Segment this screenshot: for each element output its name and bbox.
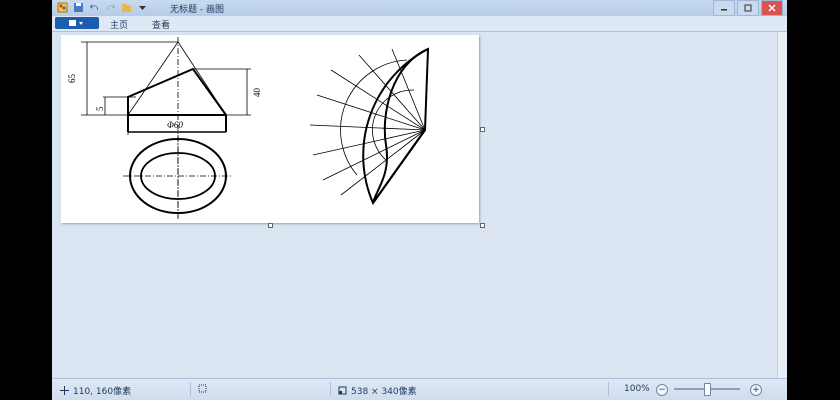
status-separator bbox=[608, 382, 609, 396]
zoom-slider-thumb[interactable] bbox=[704, 383, 711, 396]
undo-icon[interactable] bbox=[88, 1, 101, 14]
canvas-area: 65 5 40 Φ60 bbox=[52, 32, 778, 378]
dimension-65: 65 bbox=[67, 74, 77, 84]
vertical-scrollbar[interactable] bbox=[777, 32, 787, 378]
cursor-position: 110, 160像素 bbox=[60, 384, 131, 397]
paint-window: 无标题 - 画图 主页 查看 65 5 40 Φ60 110, 160像素 53… bbox=[52, 0, 787, 400]
dimension-diameter: Φ60 bbox=[167, 120, 183, 130]
customize-toolbar-icon[interactable] bbox=[136, 1, 149, 14]
dimension-40: 40 bbox=[252, 88, 262, 98]
canvas-size: 538 × 340像素 bbox=[338, 384, 417, 397]
title-bar: 无标题 - 画图 bbox=[52, 0, 787, 17]
paint-app-icon[interactable] bbox=[56, 1, 69, 14]
cone-drawing: 65 5 40 Φ60 bbox=[67, 37, 430, 220]
dimension-5: 5 bbox=[95, 106, 105, 111]
status-separator bbox=[330, 382, 331, 396]
canvas-resize-handle-right[interactable] bbox=[480, 127, 485, 132]
status-separator bbox=[190, 382, 191, 396]
window-controls bbox=[713, 0, 783, 16]
tab-view[interactable]: 查看 bbox=[152, 18, 170, 31]
status-bar: 110, 160像素 538 × 340像素 100% − + bbox=[52, 378, 787, 400]
selection-icon bbox=[198, 384, 207, 393]
zoom-out-button[interactable]: − bbox=[656, 384, 668, 396]
cursor-position-text: 110, 160像素 bbox=[73, 387, 132, 397]
paint-menu-button[interactable] bbox=[55, 17, 99, 29]
crosshair-icon bbox=[60, 386, 69, 395]
redo-icon[interactable] bbox=[104, 1, 117, 14]
canvas-resize-handle-bottom[interactable] bbox=[268, 223, 273, 228]
minimize-button[interactable] bbox=[713, 0, 735, 16]
canvas-size-text: 538 × 340像素 bbox=[351, 387, 417, 397]
maximize-button[interactable] bbox=[737, 0, 759, 16]
window-title: 无标题 - 画图 bbox=[170, 5, 224, 15]
ribbon-tabs: 主页 查看 bbox=[52, 16, 787, 32]
tab-home[interactable]: 主页 bbox=[110, 18, 128, 31]
folder-icon[interactable] bbox=[120, 1, 133, 14]
quick-access-toolbar bbox=[56, 1, 149, 14]
zoom-level: 100% bbox=[624, 384, 650, 394]
save-icon[interactable] bbox=[72, 1, 85, 14]
close-button[interactable] bbox=[761, 0, 783, 16]
zoom-in-button[interactable]: + bbox=[750, 384, 762, 396]
canvas-resize-handle-corner[interactable] bbox=[480, 223, 485, 228]
selection-size bbox=[198, 384, 207, 393]
drawing-canvas[interactable]: 65 5 40 Φ60 bbox=[61, 35, 479, 223]
canvas-size-icon bbox=[338, 386, 347, 395]
